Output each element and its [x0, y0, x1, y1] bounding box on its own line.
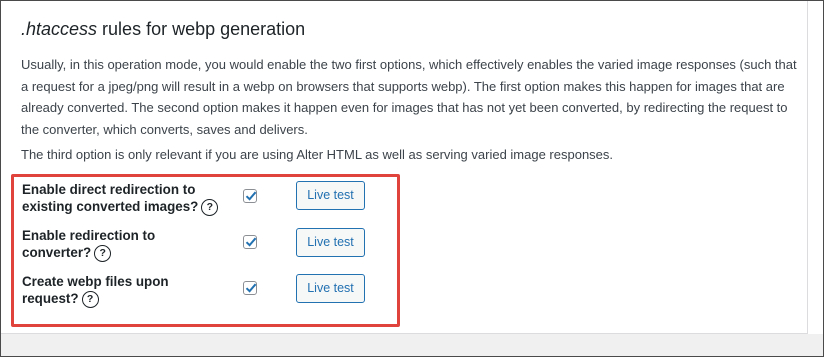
live-test-button-redirection-converter[interactable]: Live test	[296, 228, 365, 257]
option-label-text: Enable direct redirection to existing co…	[22, 182, 199, 214]
checkmark-icon	[245, 191, 257, 201]
section-title-italic: .htaccess	[21, 19, 98, 39]
live-test-button-direct-redirection[interactable]: Live test	[296, 181, 365, 210]
settings-panel: .htaccess rules for webp generation Usua…	[1, 1, 808, 334]
option-label-text: Enable redirection to converter?	[22, 228, 156, 260]
live-test-button-create-webp[interactable]: Live test	[296, 274, 365, 303]
option-label-direct-redirection: Enable direct redirection to existing co…	[22, 181, 227, 216]
help-icon[interactable]: ?	[81, 290, 99, 308]
checkbox-create-webp[interactable]	[243, 281, 257, 295]
option-label-redirection-converter: Enable redirection to converter??	[22, 227, 227, 262]
page-background-strip	[1, 334, 823, 356]
option-label-create-webp: Create webp files upon request??	[22, 273, 227, 308]
checkbox-direct-redirection[interactable]	[243, 189, 257, 203]
help-icon[interactable]: ?	[201, 198, 219, 216]
checkbox-redirection-converter[interactable]	[243, 235, 257, 249]
section-description: Usually, in this operation mode, you wou…	[21, 57, 797, 137]
section-note: The third option is only relevant if you…	[21, 147, 614, 162]
section-title-rest: rules for webp generation	[97, 19, 306, 39]
section-title: .htaccess rules for webp generation	[21, 19, 305, 40]
checkmark-icon	[245, 283, 257, 293]
screenshot-frame: .htaccess rules for webp generation Usua…	[0, 0, 824, 357]
checkmark-icon	[245, 237, 257, 247]
help-icon[interactable]: ?	[94, 244, 112, 262]
